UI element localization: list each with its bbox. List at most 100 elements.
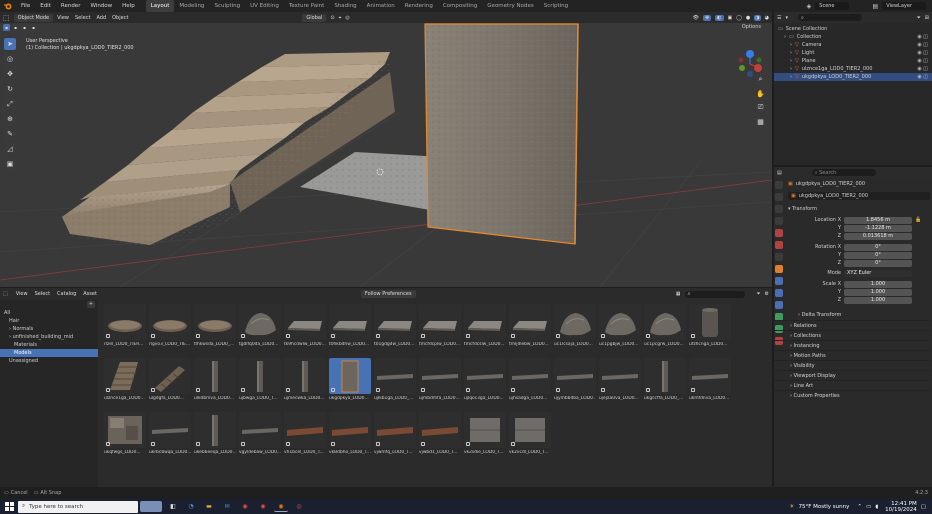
checkbox-icon[interactable] xyxy=(511,388,515,392)
transform-section-header[interactable]: ▾ Transform xyxy=(788,205,930,213)
asset-tile[interactable]: uc1lcsaja_LOD0... xyxy=(554,304,596,352)
measure-tool-icon[interactable]: ◿ xyxy=(4,143,16,155)
scale-z-field[interactable]: 1.000 xyxy=(844,296,912,304)
weather-text[interactable]: 75°F Mostly sunny xyxy=(798,504,849,510)
checkbox-icon[interactable] xyxy=(511,334,515,338)
new-collection-icon[interactable]: ⊞ xyxy=(925,15,929,21)
asset-tile[interactable]: ulkdbmva_LOD0... xyxy=(194,358,236,406)
outliner-item[interactable]: › ▽ Plane ◉ ◫ xyxy=(774,57,932,65)
asset-tile[interactable]: rlgvo3_LOD0_TIE... xyxy=(149,304,191,352)
checkbox-icon[interactable] xyxy=(376,388,380,392)
asset-tile[interactable]: ulgdgfa_LOD0... xyxy=(149,358,191,406)
menu-help[interactable]: Help xyxy=(117,0,140,12)
checkbox-icon[interactable] xyxy=(196,442,200,446)
collection-tab-icon[interactable] xyxy=(775,253,783,261)
object-tab-icon[interactable] xyxy=(775,265,783,273)
asset-tile[interactable]: uc1pcgrw_LOD0... xyxy=(644,304,686,352)
select-tool-icon[interactable]: ➤ xyxy=(4,38,16,50)
add-catalog-icon[interactable]: + xyxy=(87,301,95,308)
menu-render[interactable]: Render xyxy=(56,0,86,12)
workspace-tab-modeling[interactable]: Modeling xyxy=(174,0,209,12)
rotation-y-field[interactable]: 0° xyxy=(844,251,912,259)
checkbox-icon[interactable] xyxy=(106,334,110,338)
library-selector[interactable]: Follow Preferences xyxy=(360,290,416,298)
catalog-item[interactable]: Materials xyxy=(0,341,98,349)
checkbox-icon[interactable] xyxy=(106,442,110,446)
asset-tile[interactable]: t0hkbdhw_LOD0... xyxy=(329,304,371,352)
properties-section-collections[interactable]: › Collections xyxy=(774,330,930,340)
scene-icon[interactable]: ◈ xyxy=(807,3,812,10)
blender-logo-icon[interactable] xyxy=(3,1,13,11)
workspace-tab-sculpting[interactable]: Sculpting xyxy=(209,0,245,12)
expand-chevron-icon[interactable]: › xyxy=(790,73,792,81)
checkbox-icon[interactable] xyxy=(376,442,380,446)
asset-tile[interactable]: tmljdlebw_LOD0... xyxy=(509,304,551,352)
filter-icon[interactable]: ⏷ xyxy=(757,291,761,297)
visibility-eye-icon[interactable]: ◉ ◫ xyxy=(917,41,928,49)
checkbox-icon[interactable] xyxy=(421,442,425,446)
visibility-eye-icon[interactable]: ◉ ◫ xyxy=(917,73,928,81)
scale-x-field[interactable]: 1.000 xyxy=(844,280,912,288)
asset-tile[interactable]: ukgdpkya_LOD0... xyxy=(329,358,371,406)
checkbox-icon[interactable] xyxy=(151,388,155,392)
asset-menu-select[interactable]: Select xyxy=(35,291,50,297)
weather-icon[interactable]: ☀ xyxy=(790,504,795,510)
scale-tool-icon[interactable]: ⤢ xyxy=(4,98,16,110)
lock-icon[interactable]: 🔓 xyxy=(915,217,921,223)
checkbox-icon[interactable] xyxy=(421,334,425,338)
rotation-mode-select[interactable]: XYZ Euler xyxy=(844,269,912,277)
settings-gear-icon[interactable]: ⚙ xyxy=(765,291,769,297)
checkbox-icon[interactable] xyxy=(241,388,245,392)
viewlayer-selector[interactable]: ViewLayer xyxy=(882,2,926,10)
asset-tile[interactable]: ukgccffa_LOD0_... xyxy=(644,358,686,406)
catalog-item[interactable]: All xyxy=(0,309,98,317)
checkbox-icon[interactable] xyxy=(151,442,155,446)
location-y-field[interactable]: -1.1228 m xyxy=(844,224,912,232)
properties-editor-icon[interactable]: ▤ xyxy=(777,170,782,176)
checkbox-icon[interactable] xyxy=(241,334,245,338)
asset-tile[interactable]: vh1bcel_LOD0_T... xyxy=(284,412,326,460)
display-thumbnails-icon[interactable]: ▦ xyxy=(676,291,681,297)
menu-edit[interactable]: Edit xyxy=(35,0,56,12)
transform-tool-icon[interactable]: ⊕ xyxy=(4,113,16,125)
catalog-item[interactable]: Models xyxy=(0,349,98,357)
outliner-item[interactable]: › ▽ Camera ◉ ◫ xyxy=(774,41,932,49)
checkbox-icon[interactable] xyxy=(511,442,515,446)
pan-hand-icon[interactable]: ✋ xyxy=(755,88,766,99)
rotation-z-field[interactable]: 0° xyxy=(844,259,912,267)
menu-window[interactable]: Window xyxy=(85,0,117,12)
tray-chevron-icon[interactable]: ⌃ xyxy=(857,504,862,510)
physics-tab-icon[interactable] xyxy=(775,301,783,309)
rotation-x-field[interactable]: 0° xyxy=(844,243,912,251)
asset-tile[interactable]: vkBdbho_LOD0_T... xyxy=(329,412,371,460)
expand-chevron-icon[interactable]: › xyxy=(790,49,792,57)
catalog-item[interactable]: › Normals xyxy=(0,325,98,333)
filter-icon[interactable]: ⏷ xyxy=(917,15,921,21)
properties-section-visibility[interactable]: › Visibility xyxy=(774,360,930,370)
asset-tile[interactable]: vjwbd1_LOD0_T... xyxy=(419,412,461,460)
asset-tile[interactable]: ujlkb1ga_LOD0_... xyxy=(374,358,416,406)
asset-editor-icon[interactable]: ⬚ xyxy=(3,291,8,297)
asset-tile[interactable]: rlzel_LOD0_TIER... xyxy=(104,304,146,352)
visibility-eye-icon[interactable]: ◉ ◫ xyxy=(917,49,928,57)
checkbox-icon[interactable] xyxy=(151,334,155,338)
properties-section-instancing[interactable]: › Instancing xyxy=(774,340,930,350)
checkbox-icon[interactable] xyxy=(556,334,560,338)
chrome-profile-icon[interactable]: ◉ xyxy=(256,501,270,512)
3d-viewport[interactable]: ⬚ Object Mode View Select Add Object Global… xyxy=(0,12,772,287)
taskbar-search-input[interactable]: ⌕ Type here to search xyxy=(18,500,138,513)
workspace-tab-layout[interactable]: Layout xyxy=(145,0,175,12)
checkbox-icon[interactable] xyxy=(331,388,335,392)
catalog-item[interactable]: › unfinished_building_mid xyxy=(0,333,98,341)
workspace-tab-shading[interactable]: Shading xyxy=(329,0,361,12)
camera-view-icon[interactable]: ⎚ xyxy=(755,102,766,113)
asset-tile[interactable]: tlhkwsda_LOD0_... xyxy=(194,304,236,352)
asset-tile[interactable]: ulznce1ga_LOD0... xyxy=(104,358,146,406)
checkbox-icon[interactable] xyxy=(196,388,200,392)
checkbox-icon[interactable] xyxy=(466,442,470,446)
properties-section-delta-transform[interactable]: › Delta Transform xyxy=(774,310,930,320)
checkbox-icon[interactable] xyxy=(646,334,650,338)
blender-taskbar-icon[interactable]: ◉ xyxy=(274,501,288,512)
properties-search-input[interactable]: ⌕ Search xyxy=(811,169,876,176)
annotate-tool-icon[interactable]: ✎ xyxy=(4,128,16,140)
